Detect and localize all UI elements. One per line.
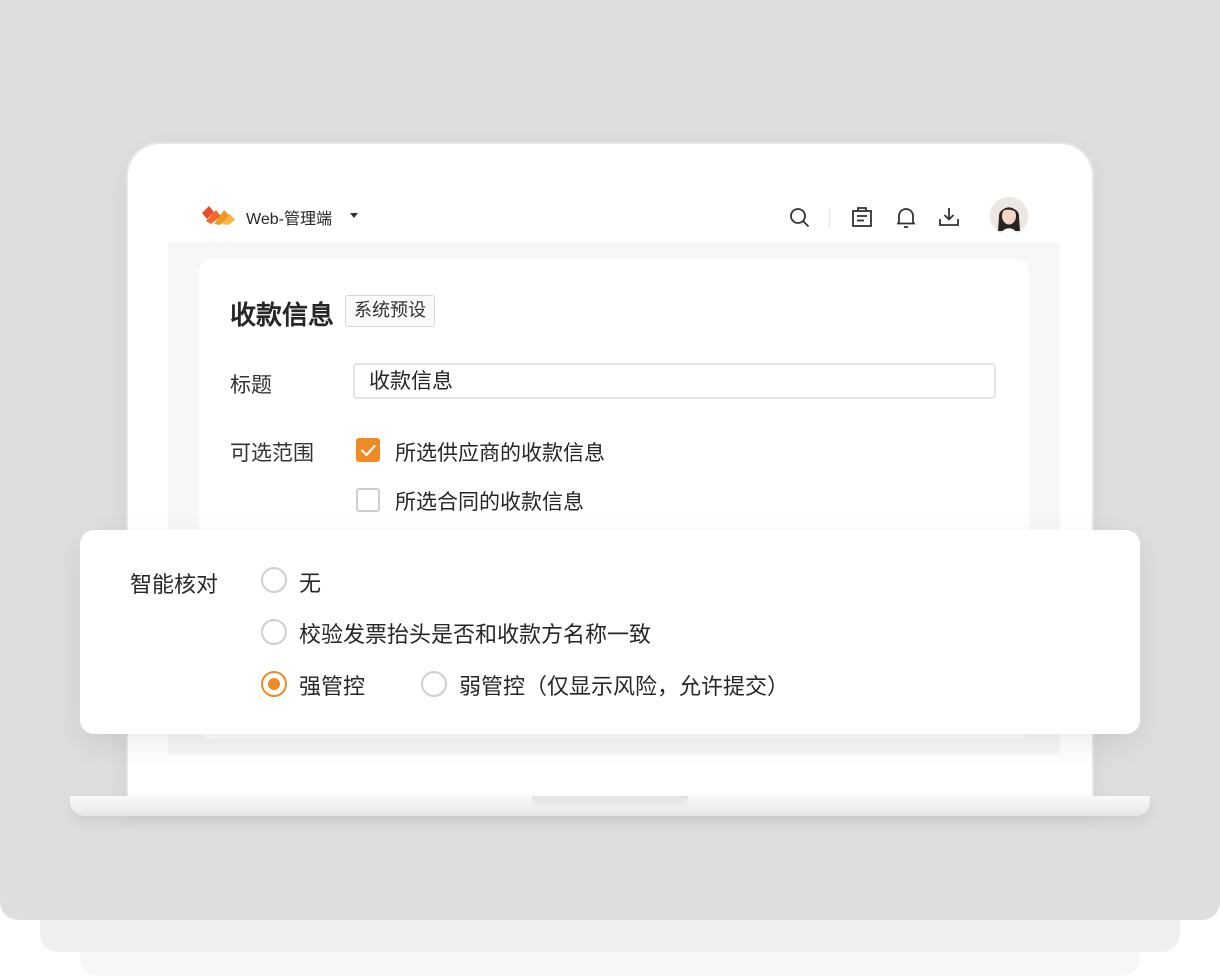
chevron-down-icon[interactable] bbox=[350, 213, 358, 218]
radio-weak-control[interactable] bbox=[421, 671, 447, 697]
title-field-label: 标题 bbox=[230, 373, 272, 397]
logo-icon bbox=[202, 206, 235, 225]
radio-label[interactable]: 无 bbox=[299, 566, 321, 598]
page-title: 收款信息 bbox=[230, 301, 335, 331]
top-bar: Web-管理端 bbox=[168, 188, 1060, 242]
radio-label[interactable]: 弱管控（仅显示风险，允许提交） bbox=[459, 669, 789, 701]
smart-check-label: 智能核对 bbox=[130, 573, 219, 598]
scope-field-label: 可选范围 bbox=[230, 441, 314, 465]
search-icon[interactable] bbox=[788, 206, 810, 228]
app-switcher[interactable]: Web-管理端 bbox=[246, 205, 332, 229]
radio-check-invoice-header[interactable] bbox=[261, 619, 287, 645]
laptop-notch bbox=[532, 796, 688, 806]
radio-label[interactable]: 校验发票抬头是否和收款方名称一致 bbox=[299, 617, 651, 649]
avatar[interactable] bbox=[990, 197, 1028, 235]
radio-strong-control[interactable] bbox=[261, 671, 287, 697]
download-icon[interactable] bbox=[938, 206, 960, 228]
checkbox-label[interactable]: 所选供应商的收款信息 bbox=[395, 437, 605, 467]
system-preset-badge: 系统预设 bbox=[345, 295, 435, 327]
clipboard-icon[interactable] bbox=[851, 206, 873, 228]
radio-label[interactable]: 强管控 bbox=[299, 669, 365, 701]
checkmark-icon bbox=[360, 444, 376, 457]
checkbox-contract-payment-info[interactable] bbox=[356, 488, 380, 512]
bell-icon[interactable] bbox=[895, 206, 917, 228]
user-avatar-image bbox=[990, 197, 1028, 235]
title-input[interactable]: 收款信息 bbox=[353, 363, 996, 399]
toolbar-divider bbox=[829, 208, 830, 228]
radio-none[interactable] bbox=[261, 567, 287, 593]
checkbox-supplier-payment-info[interactable] bbox=[356, 438, 380, 462]
checkbox-label[interactable]: 所选合同的收款信息 bbox=[395, 486, 584, 516]
smart-check-panel: 智能核对 无 校验发票抬头是否和收款方名称一致 强管控 弱管控（仅显示风险，允许… bbox=[80, 530, 1140, 734]
